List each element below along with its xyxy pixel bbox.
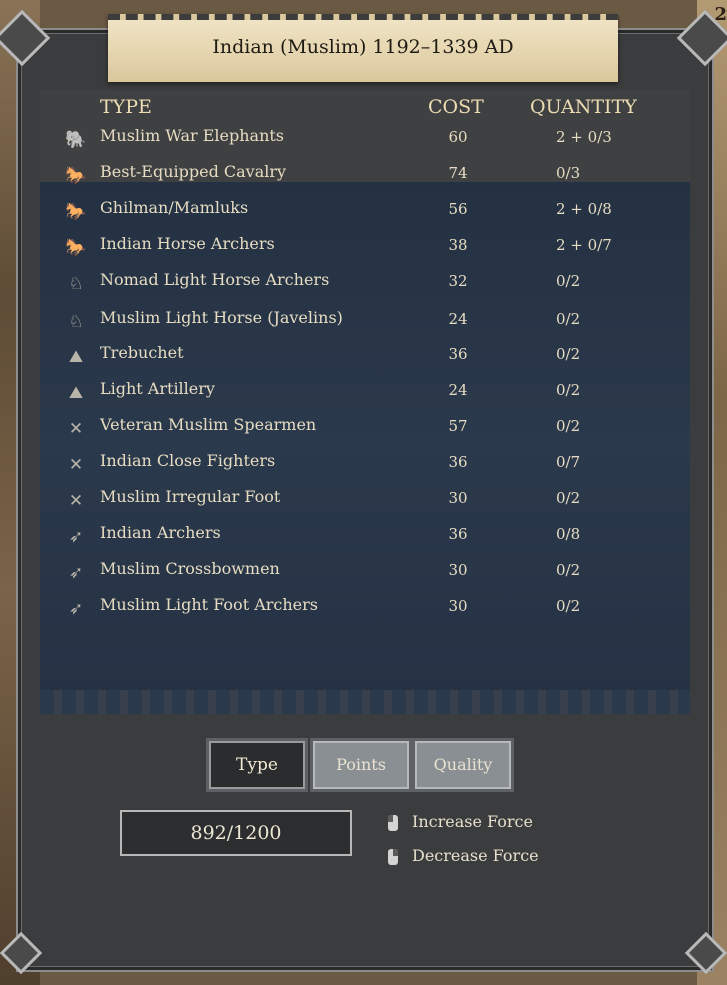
column-headers: TYPE COST QUANTITY [0, 96, 727, 122]
title-scroll: Indian (Muslim) 1192–1339 AD [108, 14, 618, 82]
infantry-icon: ✕ [68, 455, 84, 475]
archer-icon: ➶ [68, 563, 84, 583]
list-background-edge [40, 690, 690, 714]
unit-cost: 36 [448, 453, 468, 471]
unit-name: Muslim Irregular Foot [100, 487, 281, 506]
archer-icon: ➶ [68, 599, 84, 619]
unit-row[interactable]: ✕ Veteran Muslim Spearmen 57 0/2 [60, 413, 680, 443]
army-title: Indian (Muslim) 1192–1339 AD [212, 36, 514, 58]
unit-quantity: 0/8 [556, 525, 581, 543]
unit-row[interactable]: ➶ Indian Archers 36 0/8 [60, 521, 680, 551]
unit-name: Muslim Light Foot Archers [100, 595, 318, 614]
unit-quantity: 2 + 0/8 [556, 200, 612, 218]
header-quantity: QUANTITY [530, 96, 637, 118]
unit-cost: 32 [448, 272, 468, 290]
unit-name: Trebuchet [100, 343, 184, 362]
unit-cost: 24 [448, 310, 468, 328]
unit-cost: 38 [448, 236, 468, 254]
unit-quantity: 0/7 [556, 453, 581, 471]
unit-name: Muslim War Elephants [100, 126, 285, 145]
heavy-cavalry-icon: 🐎 [65, 238, 87, 258]
header-type: TYPE [100, 96, 152, 118]
unit-quantity: 2 + 0/7 [556, 236, 612, 254]
unit-name: Muslim Light Horse (Javelins) [100, 308, 343, 327]
unit-quantity: 0/2 [556, 417, 581, 435]
unit-quantity: 0/2 [556, 345, 581, 363]
points-budget: 892/1200 [120, 810, 352, 856]
light-cavalry-icon: ♘ [68, 312, 84, 332]
heavy-cavalry-icon: 🐎 [65, 166, 87, 186]
unit-row[interactable]: ♘ Muslim Light Horse (Javelins) 24 0/2 [60, 306, 680, 336]
unit-name: Ghilman/Mamluks [100, 198, 249, 217]
sort-quality-button[interactable]: Quality [412, 738, 514, 792]
unit-name: Light Artillery [100, 379, 215, 398]
unit-row[interactable]: ➶ Muslim Light Foot Archers 30 0/2 [60, 593, 680, 623]
unit-cost: 24 [448, 381, 468, 399]
sort-type-button[interactable]: Type [206, 738, 308, 792]
unit-name: Best-Equipped Cavalry [100, 162, 287, 181]
sort-points-button[interactable]: Points [310, 738, 412, 792]
decrease-force-hint: Decrease Force [388, 846, 539, 865]
unit-quantity: 0/2 [556, 310, 581, 328]
increase-force-hint: Increase Force [388, 812, 533, 831]
unit-quantity: 2 + 0/3 [556, 128, 612, 146]
unit-name: Indian Archers [100, 523, 221, 542]
unit-row[interactable]: ✕ Indian Close Fighters 36 0/7 [60, 449, 680, 479]
unit-cost: 36 [448, 345, 468, 363]
unit-row[interactable]: 🐎 Best-Equipped Cavalry 74 0/3 [60, 160, 680, 190]
unit-quantity: 0/2 [556, 561, 581, 579]
unit-cost: 30 [448, 561, 468, 579]
unit-row[interactable]: ⛰ Trebuchet 36 0/2 [60, 341, 680, 371]
decrease-force-label: Decrease Force [412, 846, 539, 865]
unit-cost: 30 [448, 489, 468, 507]
elephant-icon: 🐘 [65, 130, 87, 150]
unit-row[interactable]: 🐎 Ghilman/Mamluks 56 2 + 0/8 [60, 196, 680, 226]
unit-cost: 36 [448, 525, 468, 543]
artillery-icon: ⛰ [68, 383, 84, 403]
light-cavalry-icon: ♘ [68, 274, 84, 294]
unit-name: Nomad Light Horse Archers [100, 270, 330, 289]
unit-row[interactable]: ♘ Nomad Light Horse Archers 32 0/2 [60, 268, 680, 298]
unit-quantity: 0/2 [556, 272, 581, 290]
unit-cost: 57 [448, 417, 468, 435]
unit-quantity: 0/3 [556, 164, 581, 182]
unit-row[interactable]: 🐘 Muslim War Elephants 60 2 + 0/3 [60, 124, 680, 154]
unit-quantity: 0/2 [556, 597, 581, 615]
unit-quantity: 0/2 [556, 489, 581, 507]
archer-icon: ➶ [68, 527, 84, 547]
unit-cost: 56 [448, 200, 468, 218]
unit-name: Indian Horse Archers [100, 234, 275, 253]
unit-quantity: 0/2 [556, 381, 581, 399]
heavy-cavalry-icon: 🐎 [65, 202, 87, 222]
left-click-icon [388, 814, 398, 831]
unit-name: Muslim Crossbowmen [100, 559, 280, 578]
infantry-icon: ✕ [68, 419, 84, 439]
unit-row[interactable]: ✕ Muslim Irregular Foot 30 0/2 [60, 485, 680, 515]
unit-cost: 60 [448, 128, 468, 146]
unit-row[interactable]: ⛰ Light Artillery 24 0/2 [60, 377, 680, 407]
unit-cost: 30 [448, 597, 468, 615]
infantry-icon: ✕ [68, 491, 84, 511]
unit-name: Veteran Muslim Spearmen [100, 415, 317, 434]
unit-row[interactable]: 🐎 Indian Horse Archers 38 2 + 0/7 [60, 232, 680, 262]
artillery-icon: ⛰ [68, 347, 84, 367]
unit-row[interactable]: ➶ Muslim Crossbowmen 30 0/2 [60, 557, 680, 587]
unit-name: Indian Close Fighters [100, 451, 276, 470]
header-cost: COST [428, 96, 484, 118]
unit-cost: 74 [448, 164, 468, 182]
right-click-icon [388, 848, 398, 865]
increase-force-label: Increase Force [412, 812, 533, 831]
